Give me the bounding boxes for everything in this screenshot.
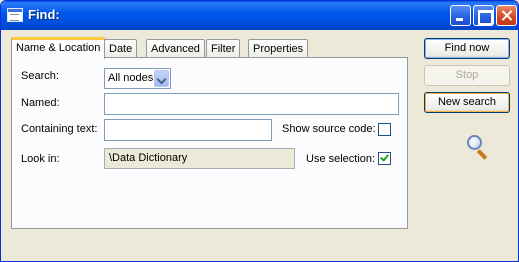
minimize-button[interactable] bbox=[450, 5, 471, 26]
title-bar[interactable]: Find: bbox=[1, 1, 518, 30]
tab-date[interactable]: Date bbox=[104, 39, 138, 59]
window-title: Find: bbox=[28, 7, 60, 22]
containing-text-input[interactable] bbox=[104, 119, 272, 141]
tab-name-location[interactable]: Name & Location bbox=[11, 37, 106, 59]
tab-advanced[interactable]: Advanced bbox=[146, 39, 205, 59]
checkmark-icon bbox=[380, 152, 389, 162]
use-selection-checkbox[interactable] bbox=[378, 152, 391, 165]
window-icon bbox=[7, 8, 23, 22]
find-now-button[interactable]: Find now bbox=[424, 38, 510, 59]
search-select[interactable]: All nodes bbox=[104, 68, 171, 89]
use-selection-label: Use selection: bbox=[306, 153, 376, 165]
stop-button[interactable]: Stop bbox=[424, 65, 510, 86]
find-dialog: Find: Name & Location Date Advanced Filt… bbox=[0, 0, 519, 262]
named-label: Named: bbox=[21, 97, 60, 109]
chevron-down-icon[interactable] bbox=[154, 70, 169, 87]
look-in-value: \Data Dictionary bbox=[109, 152, 188, 164]
maximize-button[interactable] bbox=[473, 5, 494, 26]
show-source-checkbox[interactable] bbox=[378, 123, 391, 136]
search-label: Search: bbox=[21, 70, 59, 82]
tab-properties[interactable]: Properties bbox=[248, 39, 309, 59]
tab-filter[interactable]: Filter bbox=[206, 39, 241, 59]
containing-text-label: Containing text: bbox=[21, 123, 98, 135]
look-in-field[interactable]: \Data Dictionary bbox=[104, 148, 295, 169]
search-select-value: All nodes bbox=[108, 72, 154, 84]
close-button[interactable] bbox=[496, 5, 517, 26]
new-search-button[interactable]: New search bbox=[424, 92, 510, 113]
look-in-label: Look in: bbox=[21, 153, 60, 165]
magnifier-icon bbox=[466, 134, 492, 160]
show-source-label: Show source code: bbox=[282, 123, 376, 135]
tab-panel: Search: All nodes Named: Containing text… bbox=[11, 57, 408, 229]
named-input[interactable] bbox=[104, 93, 399, 115]
